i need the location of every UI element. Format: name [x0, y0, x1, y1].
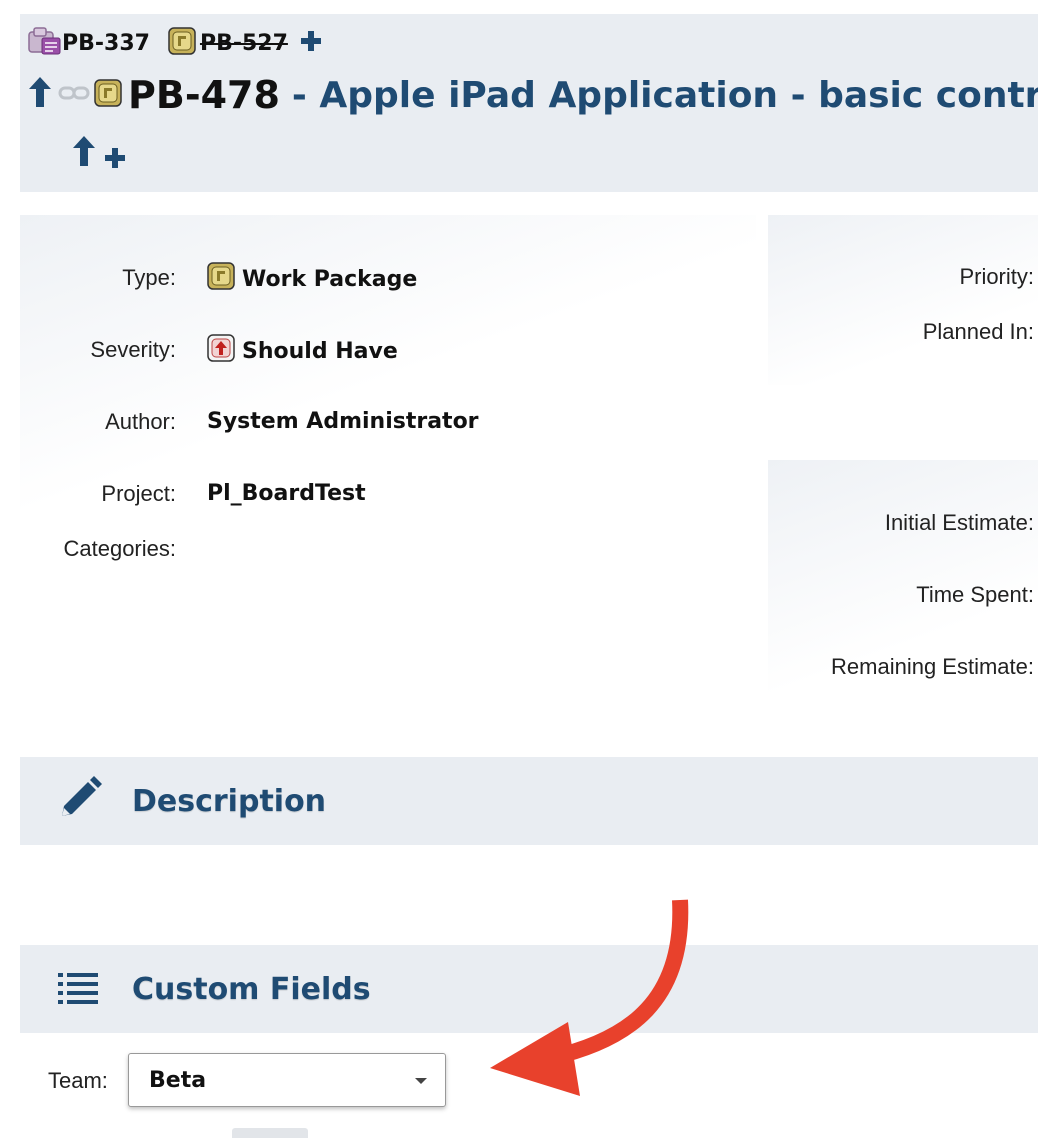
type-value: Work Package: [207, 262, 417, 296]
categories-label: Categories:: [63, 536, 176, 561]
work-package-icon: [168, 27, 196, 59]
severity-label: Severity:: [90, 337, 176, 362]
issue-page: PB-337 PB-527 PB-478 - Apple iPad Applic…: [0, 0, 1038, 1138]
severity-value: Should Have: [207, 334, 398, 368]
up-arrow-icon[interactable]: [70, 134, 98, 174]
team-select[interactable]: Beta: [128, 1053, 446, 1107]
annotation-arrow-icon: [490, 899, 689, 1096]
work-package-icon: [207, 262, 235, 296]
custom-fields-title: Custom Fields: [132, 971, 371, 1007]
issue-title[interactable]: - Apple iPad Application - basic control: [292, 75, 1038, 116]
remaining-estimate-label: Remaining Estimate:: [831, 654, 1034, 679]
type-value-text: Work Package: [242, 266, 418, 292]
pencil-icon: [54, 774, 104, 828]
work-package-icon: [94, 79, 122, 111]
details-side-panel: [768, 215, 1038, 385]
planned-in-label: Planned In:: [922, 319, 1034, 344]
parent-issue-link[interactable]: PB-337: [62, 31, 150, 56]
issue-key: PB-478: [128, 73, 280, 117]
description-section-header[interactable]: Description: [20, 757, 1038, 845]
team-selected-value: Beta: [149, 1067, 207, 1093]
project-value[interactable]: Pl_BoardTest: [207, 481, 366, 506]
product-icon: [28, 26, 62, 60]
up-arrow-icon[interactable]: [26, 75, 54, 115]
priority-label: Priority:: [959, 264, 1034, 289]
chevron-down-icon: [415, 1078, 427, 1084]
partial-button[interactable]: [232, 1128, 308, 1138]
author-value: System Administrator: [207, 409, 479, 434]
severity-value-text: Should Have: [242, 338, 398, 364]
time-spent-label: Time Spent:: [916, 582, 1034, 607]
author-label: Author:: [105, 409, 176, 434]
type-label: Type:: [122, 265, 176, 290]
parent-issues: PB-337 PB-527: [28, 26, 322, 60]
issue-title-row: PB-478 - Apple iPad Application - basic …: [26, 70, 1038, 120]
child-actions: [70, 136, 126, 172]
add-parent-icon[interactable]: [300, 30, 322, 56]
parent-issue-link-closed[interactable]: PB-527: [200, 31, 288, 56]
team-label: Team:: [48, 1068, 108, 1093]
link-icon[interactable]: [58, 83, 90, 107]
should-have-icon: [207, 334, 235, 368]
description-title: Description: [132, 783, 327, 819]
list-icon: [56, 970, 100, 1008]
add-child-icon[interactable]: [104, 147, 126, 173]
initial-estimate-label: Initial Estimate:: [884, 510, 1034, 535]
project-label: Project:: [101, 481, 176, 506]
